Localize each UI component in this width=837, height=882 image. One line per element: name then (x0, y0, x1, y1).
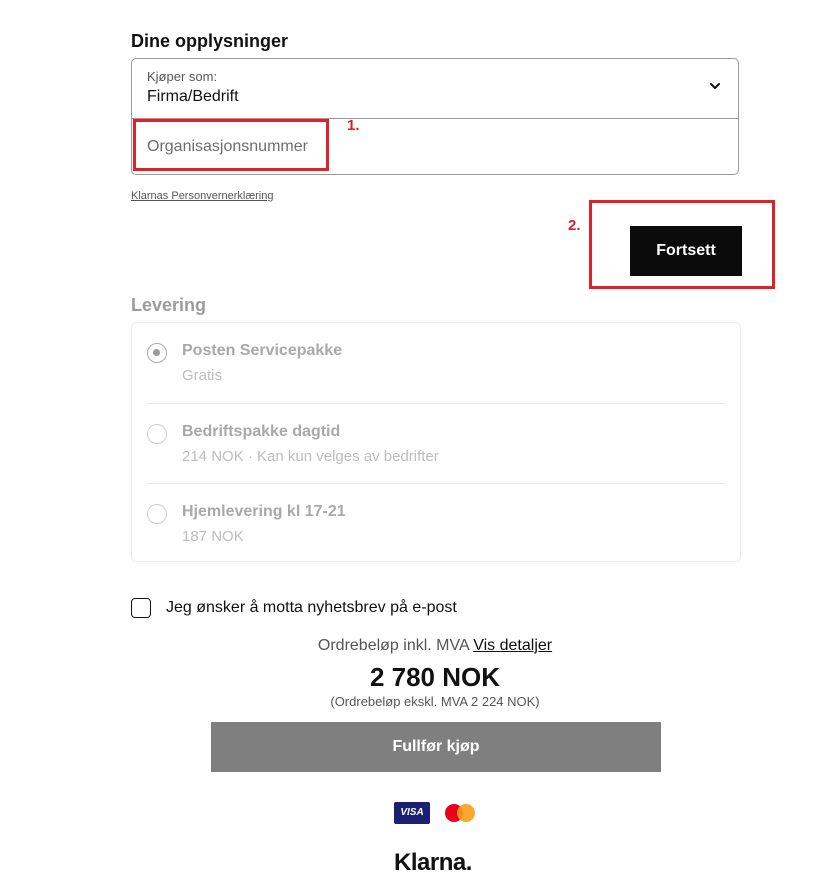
buyer-type-label: Kjøper som: (147, 69, 218, 84)
order-amount-line: Ordrebeløp inkl. MVA Vis detaljer (0, 637, 837, 655)
delivery-option-detail: Gratis (182, 367, 223, 384)
order-total: 2 780 NOK (369, 662, 501, 692)
delivery-option-posten-servicepakke[interactable]: Posten Servicepakke Gratis (147, 323, 725, 403)
view-details-link[interactable]: Vis detaljer (473, 637, 552, 654)
radio-button[interactable] (147, 504, 167, 524)
org-number-input[interactable] (132, 118, 738, 175)
order-amount-label: Ordrebeløp inkl. MVA (317, 637, 469, 654)
section-title-personal-info: Dine opplysninger (131, 31, 289, 51)
delivery-option-name: Bedriftspakke dagtid (182, 423, 341, 440)
delivery-option-detail: 214 NOK · Kan kun velges av bedrifter (182, 448, 439, 465)
privacy-policy-link[interactable]: Klarnas Personvernerklæring (131, 190, 273, 202)
order-total-ex-vat: (Ordrebeløp ekskl. MVA 2 224 NOK) (330, 694, 540, 709)
delivery-option-hjemlevering[interactable]: Hjemlevering kl 17-21 187 NOK (147, 483, 725, 564)
annotation-label-1: 1. (347, 117, 360, 134)
complete-purchase-button[interactable]: Fullfør kjøp (211, 722, 661, 772)
personal-info-fields: Kjøper som: Firma/Bedrift (131, 58, 739, 175)
continue-button[interactable]: Fortsett (630, 226, 742, 276)
delivery-option-name: Posten Servicepakke (182, 342, 343, 359)
delivery-option-detail: 187 NOK (182, 528, 244, 545)
delivery-options: Posten Servicepakke Gratis Bedriftspakke… (131, 322, 741, 562)
section-title-delivery: Levering (131, 295, 207, 315)
radio-button[interactable] (147, 424, 167, 444)
delivery-option-bedriftspakke-dagtid[interactable]: Bedriftspakke dagtid 214 NOK · Kan kun v… (147, 403, 725, 484)
newsletter-checkbox[interactable] (131, 598, 151, 618)
radio-button-selected[interactable] (147, 343, 167, 363)
buyer-type-value: Firma/Bedrift (147, 88, 239, 105)
chevron-down-icon (710, 83, 720, 89)
buyer-type-select[interactable]: Kjøper som: Firma/Bedrift (132, 59, 738, 119)
klarna-logo: Klarna. (394, 849, 472, 876)
delivery-option-name: Hjemlevering kl 17-21 (182, 503, 346, 520)
annotation-label-2: 2. (568, 217, 581, 234)
visa-icon: VISA (394, 802, 430, 824)
mastercard-icon (444, 802, 476, 824)
newsletter-label: Jeg ønsker å motta nyhetsbrev på e-post (166, 599, 457, 616)
